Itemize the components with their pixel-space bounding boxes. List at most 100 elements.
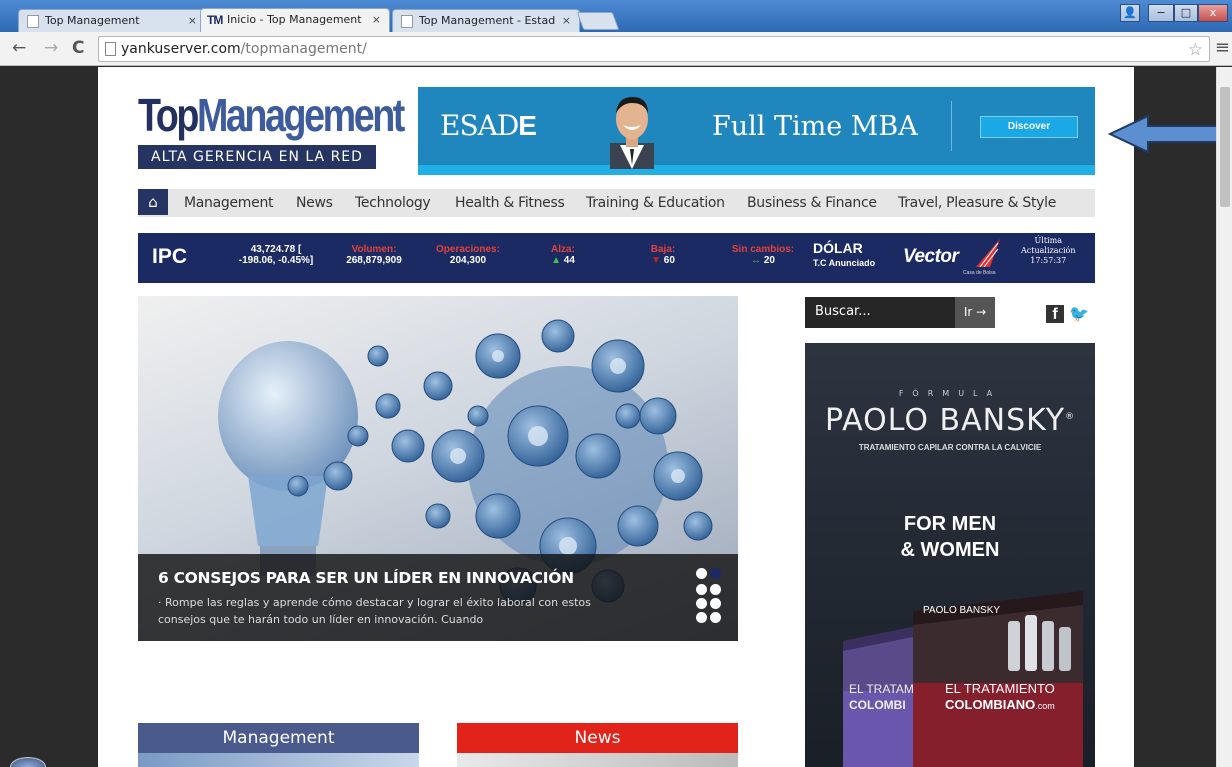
esade-banner-ad[interactable]: ESADE Full Time MBA Discover: [418, 87, 1095, 175]
slider-dot[interactable]: [696, 598, 707, 609]
social-links: f 🐦: [1046, 303, 1089, 325]
nav-item-news[interactable]: News: [296, 195, 333, 211]
scrollbar-thumb[interactable]: [1220, 87, 1230, 207]
start-orb-icon[interactable]: [10, 757, 46, 767]
page-favicon-icon: [401, 15, 413, 28]
esade-logo: ESADE: [440, 109, 537, 142]
tab-estadisticas[interactable]: Top Management - Estad ×: [392, 9, 580, 32]
hero-slider[interactable]: 6 CONSEJOS PARA SER UN LÍDER EN INNOVACI…: [138, 296, 738, 641]
slider-dot[interactable]: [696, 568, 707, 579]
main-nav: ⌂ Management News Technology Health & Fi…: [138, 189, 1095, 217]
search-button[interactable]: Ir →: [955, 297, 995, 328]
index-value: 43,724.78 [-198.06, -0.45%]: [238, 244, 314, 266]
page-icon: [105, 42, 116, 56]
hero-title[interactable]: 6 CONSEJOS PARA SER UN LÍDER EN INNOVACI…: [158, 569, 574, 587]
volumen: Volumen: 268,879,909: [346, 244, 402, 266]
tab-close-icon[interactable]: ×: [562, 14, 571, 27]
operaciones: Operaciones: 204,300: [436, 244, 500, 266]
up-arrow-icon: ▲: [551, 255, 561, 266]
browser-toolbar: ← → C yankuserver.com/topmanagement/ ☆ ≡: [0, 32, 1232, 66]
close-window-button[interactable]: x: [1198, 4, 1228, 22]
last-update: Última Actualización 17:57:37: [1021, 236, 1076, 265]
dolar-rate[interactable]: DÓLAR T.C Anunciado: [813, 241, 875, 271]
ad-brand: PAOLO BANSKY®: [824, 403, 1076, 438]
tm-favicon-icon: TM: [207, 13, 223, 27]
section-image: [138, 753, 419, 767]
tab-strip: Top Management × TM Inicio - Top Managem…: [0, 0, 1232, 32]
tab-inicio[interactable]: TM Inicio - Top Management ×: [200, 8, 390, 32]
logo-word-top: Top: [138, 89, 199, 141]
ad-tagline: TRATAMIENTO CAPILAR CONTRA LA CALVICIE: [858, 443, 1042, 452]
slider-dot-active[interactable]: [710, 568, 721, 579]
hero-caption[interactable]: 6 CONSEJOS PARA SER UN LÍDER EN INNOVACI…: [138, 554, 738, 641]
menu-icon[interactable]: ≡: [1215, 37, 1230, 58]
logo-tagline: ALTA GERENCIA EN LA RED: [138, 145, 376, 169]
banner-headline: Full Time MBA: [712, 111, 918, 142]
address-bar[interactable]: yankuserver.com/topmanagement/ ☆: [98, 36, 1210, 62]
index-name: IPC: [152, 245, 188, 268]
alza: Alza: ▲ 44: [551, 244, 575, 266]
tab-close-icon[interactable]: ×: [372, 13, 381, 26]
reload-icon[interactable]: C: [72, 40, 84, 57]
person-photo: [610, 97, 654, 169]
stock-ticker: IPC 43,724.78 [-198.06, -0.45%] Volumen:…: [138, 233, 1095, 283]
slider-dot[interactable]: [710, 584, 721, 595]
box-brand: PAOLO BANSKY: [923, 605, 1001, 616]
section-card-management[interactable]: Management: [138, 723, 419, 767]
user-icon[interactable]: 👤: [1120, 4, 1140, 22]
home-icon[interactable]: ⌂: [138, 189, 168, 215]
no-change-icon: ↔: [751, 255, 762, 266]
slider-dot[interactable]: [710, 612, 721, 623]
page-favicon-icon: [27, 15, 39, 28]
restore-button[interactable]: □: [1174, 4, 1198, 22]
tab-label: Inicio - Top Management: [227, 13, 362, 26]
sin-cambios: Sin cambios: ↔ 20: [731, 244, 795, 266]
nav-item-technology[interactable]: Technology: [355, 195, 431, 211]
facebook-icon[interactable]: f: [1046, 305, 1064, 323]
product-boxes-image: [843, 591, 1083, 767]
url-text[interactable]: yankuserver.com/topmanagement/: [121, 41, 367, 57]
box-right-text: EL TRATAMIENTO COLOMBIANO.com: [945, 681, 1055, 712]
site-logo[interactable]: TopManagement ALTA GERENCIA EN LA RED: [138, 92, 405, 171]
tab-top-management[interactable]: Top Management ×: [18, 9, 206, 32]
new-tab-button[interactable]: [576, 12, 620, 30]
slider-dots: [696, 568, 726, 628]
baja: Baja: ▼ 60: [650, 244, 676, 266]
star-icon[interactable]: ☆: [1188, 40, 1203, 60]
web-page: TopManagement ALTA GERENCIA EN LA RED ES…: [98, 67, 1134, 767]
nav-item-training-education[interactable]: Training & Education: [586, 195, 725, 211]
back-icon[interactable]: ←: [12, 40, 26, 57]
slider-dot[interactable]: [696, 584, 707, 595]
forward-icon[interactable]: →: [44, 40, 58, 57]
banner-divider: [951, 101, 952, 151]
down-arrow-icon: ▼: [651, 255, 661, 266]
ad-for-men-women: FOR MEN & WOMEN: [900, 513, 1000, 561]
minimize-button[interactable]: −: [1148, 4, 1174, 22]
tab-close-icon[interactable]: ×: [188, 14, 197, 27]
nav-item-business-finance[interactable]: Business & Finance: [747, 195, 877, 211]
annotation-arrow-icon: [1108, 114, 1232, 154]
slider-dot[interactable]: [696, 612, 707, 623]
tab-label: Top Management - Estad: [419, 14, 556, 27]
paolo-bansky-ad[interactable]: FÓRMULA PAOLO BANSKY® TRATAMIENTO CAPILA…: [805, 343, 1095, 767]
ad-formula: FÓRMULA: [898, 389, 1002, 398]
nav-item-travel-pleasure-style[interactable]: Travel, Pleasure & Style: [898, 195, 1056, 211]
slider-dot[interactable]: [710, 598, 721, 609]
search-input[interactable]: Buscar...: [815, 304, 871, 319]
section-label-news[interactable]: News: [457, 723, 738, 753]
tab-label: Top Management: [45, 14, 140, 27]
vector-logo-mark-icon: [976, 239, 1000, 267]
discover-button[interactable]: Discover: [980, 116, 1078, 138]
search-bar: Buscar... Ir →: [805, 297, 995, 328]
section-card-news[interactable]: News: [457, 723, 738, 767]
logo-word-management: Management: [196, 89, 405, 141]
nav-item-management[interactable]: Management: [184, 195, 274, 211]
nav-item-health-fitness[interactable]: Health & Fitness: [455, 195, 565, 211]
vector-logo[interactable]: Vector: [903, 246, 959, 268]
casa-de-bolsa: Casa de Bolsa: [963, 270, 996, 276]
section-label-management[interactable]: Management: [138, 723, 419, 753]
page-scrollbar[interactable]: [1216, 67, 1232, 767]
twitter-icon[interactable]: 🐦: [1069, 306, 1089, 323]
box-left-text: EL TRATAM COLOMBI: [849, 682, 914, 712]
hero-excerpt: · Rompe las reglas y aprende cómo destac…: [158, 596, 591, 626]
